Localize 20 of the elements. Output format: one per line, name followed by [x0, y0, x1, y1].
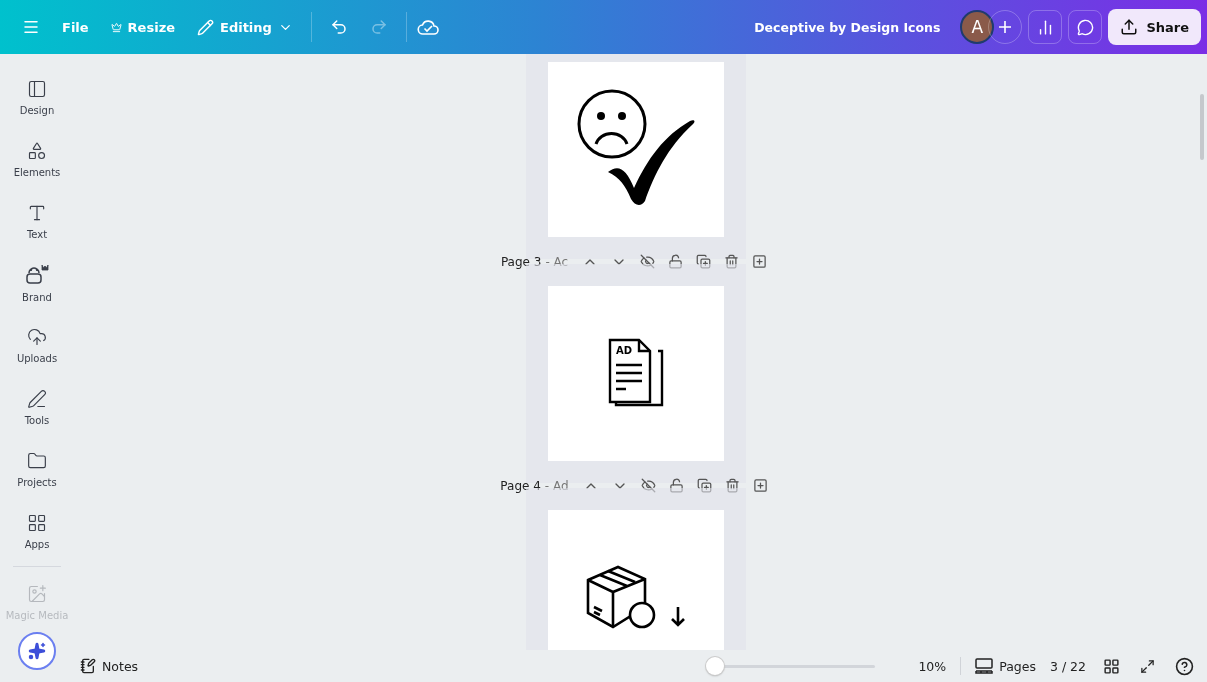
sidebar-item[interactable]: Brand [2, 252, 72, 314]
design-title[interactable]: Deceptive by Design Icons [754, 19, 941, 35]
sidebar-item[interactable]: Text [2, 190, 72, 252]
sidebar-item[interactable]: Projects [2, 438, 72, 500]
page-count: 3 / 22 [1049, 658, 1086, 674]
page-subtitle[interactable]: - Ac [545, 254, 569, 269]
page-title[interactable]: Page 3 [500, 254, 542, 269]
sidebar-item[interactable]: Elements [2, 128, 72, 190]
sidebar-item[interactable]: Design [2, 66, 72, 128]
notes-button[interactable]: Notes [80, 658, 139, 674]
user-avatar[interactable]: A [960, 10, 995, 44]
page-subtitle[interactable]: - Ad [544, 478, 569, 493]
sidebar-item[interactable]: Uploads [2, 314, 72, 376]
page-title[interactable]: Page 4 [500, 478, 541, 493]
sidebar-item[interactable]: Tools [2, 376, 72, 438]
zoom-reading: 10% [918, 658, 947, 674]
sidebar-item[interactable]: Apps [2, 500, 72, 562]
design-page[interactable]: AD [547, 286, 724, 461]
pages-button[interactable]: Pages [975, 658, 1036, 674]
share-button[interactable]: Share [1108, 9, 1201, 45]
